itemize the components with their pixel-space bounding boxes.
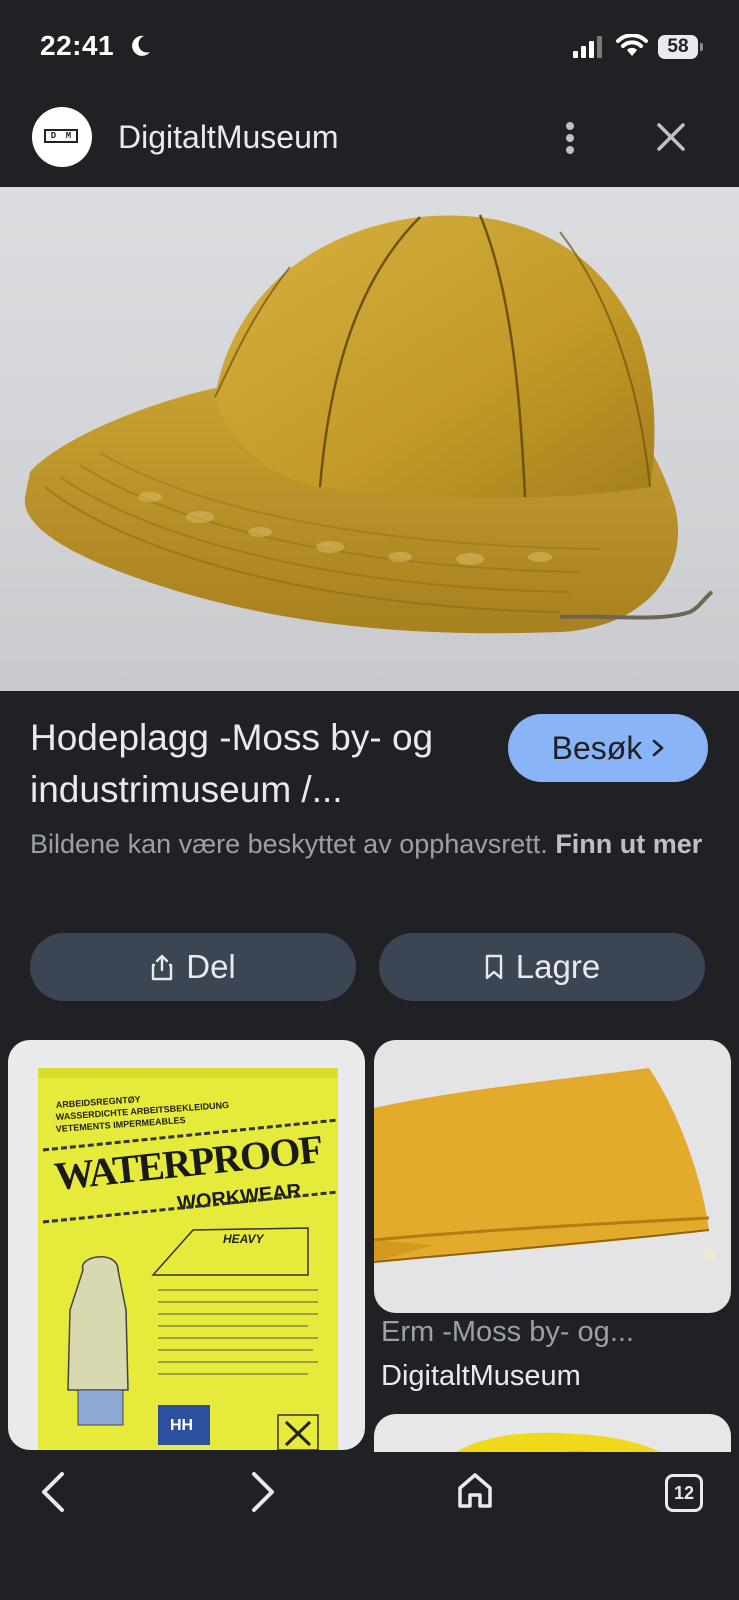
sleeve-image: [374, 1068, 715, 1263]
pkg-brand: HH: [170, 1417, 193, 1434]
waterproof-package-image: ARBEIDSREGNTØY WASSERDICHTE ARBEITSBEKLE…: [38, 1068, 339, 1450]
related-item-title[interactable]: Erm -Moss by- og...: [381, 1316, 634, 1349]
share-label: Del: [186, 948, 236, 985]
home-icon[interactable]: [455, 1470, 495, 1510]
battery-indicator: 58: [658, 35, 703, 59]
source-header: D M DigitaltMuseum: [0, 95, 739, 187]
save-label: Lagre: [515, 948, 601, 985]
copyright-notice: Bildene kan være beskyttet av opphavsret…: [30, 824, 720, 864]
more-vert-icon[interactable]: [564, 121, 576, 155]
share-icon: [152, 954, 173, 981]
site-logo[interactable]: D M: [32, 107, 92, 167]
forward-icon[interactable]: [246, 1470, 280, 1514]
bookmark-icon: [485, 954, 502, 980]
signal-icon: [573, 36, 602, 58]
pkg-heavy: HEAVY: [223, 1232, 264, 1246]
related-image-sleeve[interactable]: [374, 1040, 731, 1313]
status-bar: 22:41 58: [0, 0, 739, 95]
chevron-right-icon: [653, 739, 664, 757]
browser-nav-bar: 12: [0, 1452, 739, 1600]
logo-letter-m: M: [65, 131, 72, 141]
copyright-text: Bildene kan være beskyttet av opphavsret…: [30, 829, 548, 859]
related-image-waterproof[interactable]: ARBEIDSREGNTØY WASSERDICHTE ARBEITSBEKLE…: [8, 1040, 365, 1450]
site-name[interactable]: DigitaltMuseum: [118, 119, 339, 156]
logo-letter-d: D: [50, 131, 57, 141]
learn-more-link[interactable]: Finn ut mer: [555, 829, 702, 859]
status-time: 22:41: [40, 30, 115, 61]
sou-wester-hat-image: [24, 214, 714, 634]
moon-icon: [132, 35, 150, 56]
tabs-icon[interactable]: 12: [665, 1474, 703, 1512]
visit-label: Besøk: [551, 729, 643, 766]
result-title[interactable]: Hodeplagg -Moss by- og industrimuseum /.…: [30, 712, 470, 816]
tab-count: 12: [673, 1482, 695, 1503]
related-item-source: DigitaltMuseum: [381, 1360, 581, 1392]
back-icon[interactable]: [36, 1470, 70, 1514]
main-image[interactable]: [0, 187, 739, 691]
close-icon[interactable]: [656, 122, 686, 152]
visit-button[interactable]: Besøk: [508, 714, 708, 782]
battery-percent: 58: [667, 36, 689, 57]
wifi-icon: [616, 34, 648, 56]
save-button[interactable]: Lagre: [379, 933, 705, 1001]
share-button[interactable]: Del: [30, 933, 356, 1001]
